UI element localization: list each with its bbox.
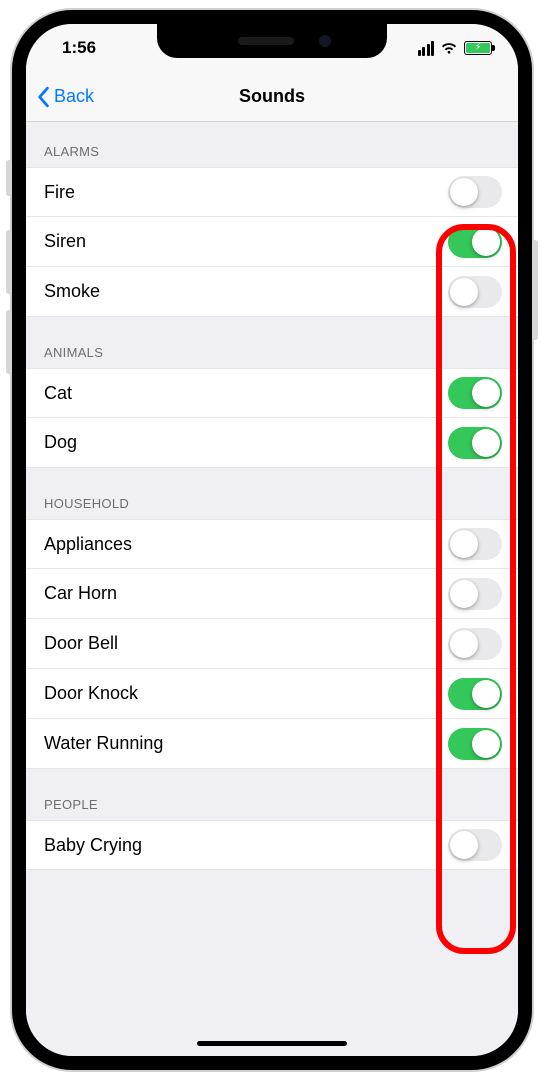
row-label: Fire xyxy=(44,182,75,203)
toggle-door-knock[interactable] xyxy=(448,678,502,710)
page-title: Sounds xyxy=(26,86,518,107)
section-header-people: People xyxy=(26,769,518,820)
sound-row-car-horn[interactable]: Car Horn xyxy=(26,569,518,619)
back-label: Back xyxy=(54,86,94,107)
toggle-appliances[interactable] xyxy=(448,528,502,560)
toggle-siren[interactable] xyxy=(448,226,502,258)
sound-row-door-bell[interactable]: Door Bell xyxy=(26,619,518,669)
row-label: Car Horn xyxy=(44,583,117,604)
sound-row-fire[interactable]: Fire xyxy=(26,167,518,217)
side-button xyxy=(6,310,12,374)
back-button[interactable]: Back xyxy=(26,86,94,108)
side-button xyxy=(6,230,12,294)
row-label: Door Knock xyxy=(44,683,138,704)
sound-row-appliances[interactable]: Appliances xyxy=(26,519,518,569)
cellular-icon xyxy=(418,41,435,56)
status-time: 1:56 xyxy=(62,38,96,58)
toggle-dog[interactable] xyxy=(448,427,502,459)
sound-row-door-knock[interactable]: Door Knock xyxy=(26,669,518,719)
screen: 1:56 ⚡︎ Back Sounds xyxy=(26,24,518,1056)
nav-bar: Back Sounds xyxy=(26,72,518,122)
toggle-smoke[interactable] xyxy=(448,276,502,308)
section-header-household: Household xyxy=(26,468,518,519)
wifi-icon xyxy=(440,41,458,55)
sound-row-siren[interactable]: Siren xyxy=(26,217,518,267)
row-label: Baby Crying xyxy=(44,835,142,856)
phone-frame: 1:56 ⚡︎ Back Sounds xyxy=(12,10,532,1070)
notch xyxy=(157,24,387,58)
toggle-water-running[interactable] xyxy=(448,728,502,760)
settings-list[interactable]: Alarms Fire Siren Smoke Animals Cat Dog xyxy=(26,122,518,1056)
section-header-alarms: Alarms xyxy=(26,122,518,167)
row-label: Appliances xyxy=(44,534,132,555)
home-indicator[interactable] xyxy=(197,1041,347,1046)
sound-row-cat[interactable]: Cat xyxy=(26,368,518,418)
side-button xyxy=(532,240,538,340)
sound-row-baby-crying[interactable]: Baby Crying xyxy=(26,820,518,870)
row-label: Water Running xyxy=(44,733,163,754)
row-label: Door Bell xyxy=(44,633,118,654)
side-button xyxy=(6,160,12,196)
battery-icon: ⚡︎ xyxy=(464,41,492,55)
toggle-cat[interactable] xyxy=(448,377,502,409)
toggle-door-bell[interactable] xyxy=(448,628,502,660)
toggle-baby-crying[interactable] xyxy=(448,829,502,861)
toggle-car-horn[interactable] xyxy=(448,578,502,610)
row-label: Smoke xyxy=(44,281,100,302)
sound-row-dog[interactable]: Dog xyxy=(26,418,518,468)
sound-row-smoke[interactable]: Smoke xyxy=(26,267,518,317)
row-label: Siren xyxy=(44,231,86,252)
row-label: Dog xyxy=(44,432,77,453)
chevron-left-icon xyxy=(36,86,50,108)
row-label: Cat xyxy=(44,383,72,404)
sound-row-water-running[interactable]: Water Running xyxy=(26,719,518,769)
toggle-fire[interactable] xyxy=(448,176,502,208)
section-header-animals: Animals xyxy=(26,317,518,368)
